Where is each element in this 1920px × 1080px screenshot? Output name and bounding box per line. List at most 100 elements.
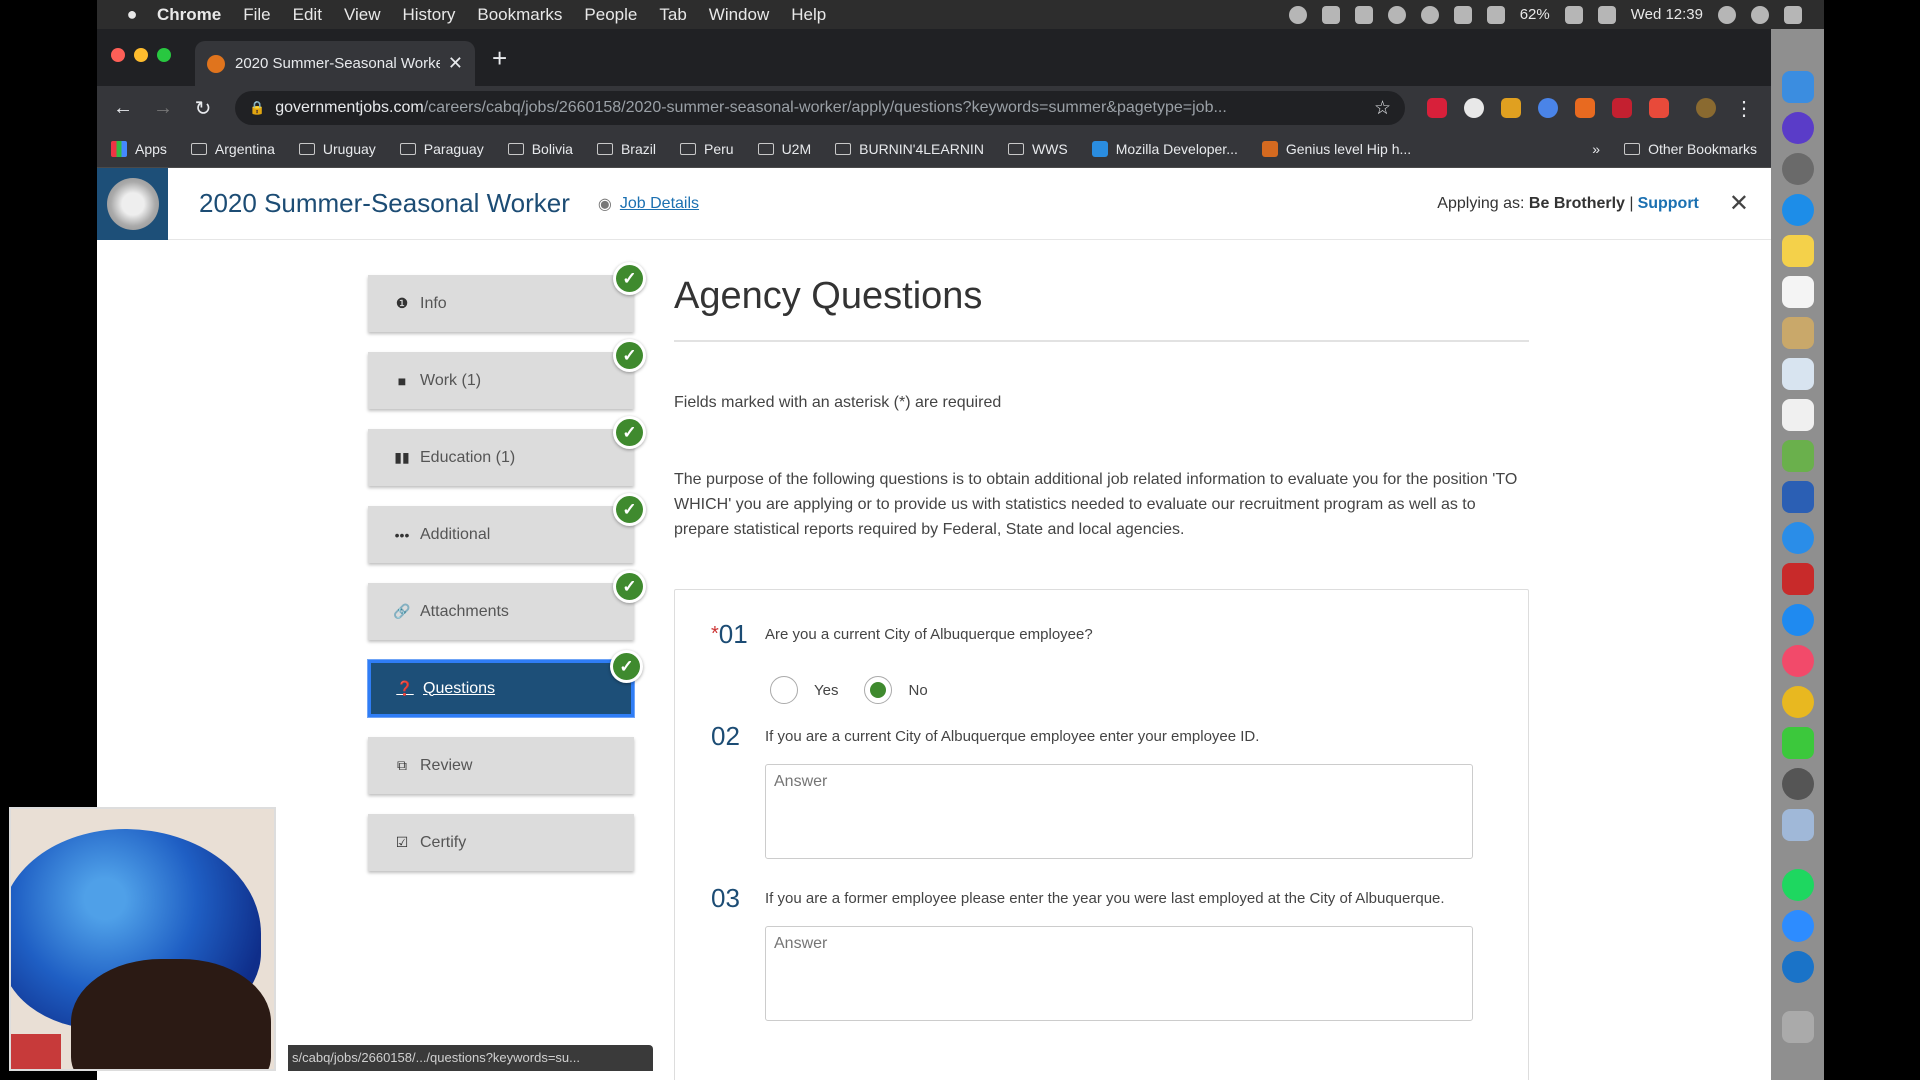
- menu-people[interactable]: People: [584, 5, 637, 25]
- display-icon[interactable]: [1597, 5, 1616, 24]
- chrome-menu-icon[interactable]: ⋮: [1734, 96, 1754, 121]
- step-review[interactable]: ⧉ Review: [368, 737, 634, 794]
- apple-icon[interactable]: ●: [121, 4, 143, 25]
- menu-app-name[interactable]: Chrome: [157, 5, 221, 25]
- radio-yes[interactable]: [770, 676, 798, 704]
- former-employee-year-answer-field[interactable]: [765, 926, 1473, 1021]
- extension-6-icon[interactable]: [1612, 98, 1632, 118]
- bookmark-bolivia[interactable]: Bolivia: [507, 141, 573, 157]
- extension-1-icon[interactable]: [1427, 98, 1447, 118]
- lock-icon[interactable]: 🔒: [249, 100, 265, 116]
- menu-file[interactable]: File: [243, 5, 270, 25]
- extension-3-icon[interactable]: [1501, 98, 1521, 118]
- camera-icon[interactable]: [1321, 5, 1340, 24]
- safari-icon[interactable]: [1781, 194, 1814, 226]
- record-icon[interactable]: [1288, 5, 1307, 24]
- bookmark-u2m[interactable]: U2M: [757, 141, 811, 157]
- bookmark-burnin4learnin[interactable]: BURNIN'4LEARNIN: [835, 141, 984, 157]
- minimize-window-button[interactable]: [134, 48, 148, 62]
- bookmark-apps[interactable]: Apps: [111, 140, 167, 157]
- contacts-icon[interactable]: [1781, 317, 1814, 349]
- step-info[interactable]: ❶ Info ✓: [368, 262, 646, 332]
- notes-icon[interactable]: [1781, 235, 1814, 267]
- step-certify[interactable]: ☑ Certify: [368, 814, 634, 871]
- other-bookmarks[interactable]: Other Bookmarks: [1624, 141, 1757, 157]
- bookmarks-overflow-button[interactable]: »: [1592, 141, 1600, 157]
- menu-history[interactable]: History: [402, 5, 455, 25]
- radio-yes-label[interactable]: Yes: [814, 682, 838, 699]
- radio-no-label[interactable]: No: [908, 682, 927, 699]
- employee-id-answer-field[interactable]: [765, 764, 1473, 859]
- notification-center-icon[interactable]: [1784, 5, 1802, 24]
- bookmark-star-icon[interactable]: ☆: [1362, 97, 1391, 120]
- messenger-icon[interactable]: [1781, 522, 1814, 554]
- screenshot-icon[interactable]: [1781, 809, 1814, 841]
- menu-tab[interactable]: Tab: [659, 5, 686, 25]
- bookmark-genius[interactable]: Genius level Hip h...: [1261, 140, 1411, 157]
- menu-bookmarks[interactable]: Bookmarks: [477, 5, 562, 25]
- battery-icon[interactable]: [1564, 5, 1583, 24]
- menu-view[interactable]: View: [344, 5, 381, 25]
- preview-icon[interactable]: [1781, 358, 1814, 390]
- step-additional[interactable]: ••• Additional ✓: [368, 493, 646, 563]
- launchpad-icon[interactable]: [1781, 153, 1814, 185]
- step-education[interactable]: ▮▮ Education (1) ✓: [368, 416, 646, 486]
- textedit-icon[interactable]: [1781, 399, 1814, 431]
- wifi-icon[interactable]: [1453, 5, 1472, 24]
- chrome-icon[interactable]: [1781, 686, 1814, 718]
- spotify-icon[interactable]: [1781, 869, 1814, 901]
- trash-icon[interactable]: [1781, 1011, 1814, 1043]
- menu-window[interactable]: Window: [709, 5, 769, 25]
- bookmark-argentina[interactable]: Argentina: [190, 141, 275, 157]
- clock[interactable]: Wed 12:39: [1631, 6, 1703, 23]
- music-icon[interactable]: [1781, 645, 1814, 677]
- step-questions[interactable]: ❓ Questions ✓: [368, 650, 643, 717]
- bookmark-wws[interactable]: WWS: [1007, 141, 1068, 157]
- extension-5-icon[interactable]: [1575, 98, 1595, 118]
- extension-2-icon[interactable]: [1464, 98, 1484, 118]
- menu-edit[interactable]: Edit: [293, 5, 322, 25]
- menu-help[interactable]: Help: [791, 5, 826, 25]
- reload-button[interactable]: ↻: [187, 96, 219, 121]
- profile-avatar[interactable]: [1696, 98, 1716, 118]
- job-details-link[interactable]: Job Details: [620, 195, 699, 213]
- bookmark-uruguay[interactable]: Uruguay: [298, 141, 376, 157]
- radio-no[interactable]: [864, 676, 893, 704]
- extension-4-icon[interactable]: [1538, 98, 1558, 118]
- word-icon[interactable]: [1781, 481, 1814, 513]
- support-link[interactable]: Support: [1638, 195, 1699, 213]
- spotlight-icon[interactable]: [1718, 5, 1736, 24]
- siri-icon[interactable]: [1751, 5, 1769, 24]
- acrobat-icon[interactable]: [1781, 563, 1814, 595]
- app-store-icon[interactable]: [1781, 604, 1814, 636]
- address-bar[interactable]: 🔒 governmentjobs.com /careers/cabq/jobs/…: [235, 91, 1405, 125]
- finder-icon[interactable]: [1781, 71, 1814, 103]
- facetime-icon[interactable]: [1781, 727, 1814, 759]
- bookmark-mozilla-developer[interactable]: Mozilla Developer...: [1091, 140, 1238, 157]
- vpn-icon[interactable]: [1420, 5, 1439, 24]
- zoom-icon[interactable]: [1781, 910, 1814, 942]
- siri-icon[interactable]: [1781, 112, 1814, 144]
- close-icon[interactable]: ✕: [1729, 189, 1749, 218]
- quicktime-icon[interactable]: [1781, 951, 1814, 983]
- dropbox-icon[interactable]: [1354, 5, 1373, 24]
- browser-tab[interactable]: 2020 Summer-Seasonal Worke ✕: [195, 41, 475, 86]
- new-tab-button[interactable]: +: [492, 43, 507, 74]
- calendar-icon[interactable]: [1781, 276, 1814, 308]
- volume-icon[interactable]: [1486, 5, 1505, 24]
- bookmark-paraguay[interactable]: Paraguay: [399, 141, 484, 157]
- city-seal-logo[interactable]: [97, 168, 168, 240]
- extension-7-icon[interactable]: [1649, 98, 1669, 118]
- bookmark-peru[interactable]: Peru: [679, 141, 734, 157]
- time-machine-icon[interactable]: [1387, 5, 1406, 24]
- tab-close-icon[interactable]: ✕: [448, 53, 463, 74]
- forward-button[interactable]: →: [147, 97, 179, 120]
- battery-percent[interactable]: 62%: [1520, 6, 1550, 23]
- zoom-window-button[interactable]: [157, 48, 171, 62]
- step-work[interactable]: ■ Work (1) ✓: [368, 339, 646, 409]
- back-button[interactable]: ←: [107, 97, 139, 120]
- system-preferences-icon[interactable]: [1781, 768, 1814, 800]
- close-window-button[interactable]: [111, 48, 125, 62]
- maps-icon[interactable]: [1781, 440, 1814, 472]
- step-attachments[interactable]: 🔗 Attachments ✓: [368, 570, 646, 640]
